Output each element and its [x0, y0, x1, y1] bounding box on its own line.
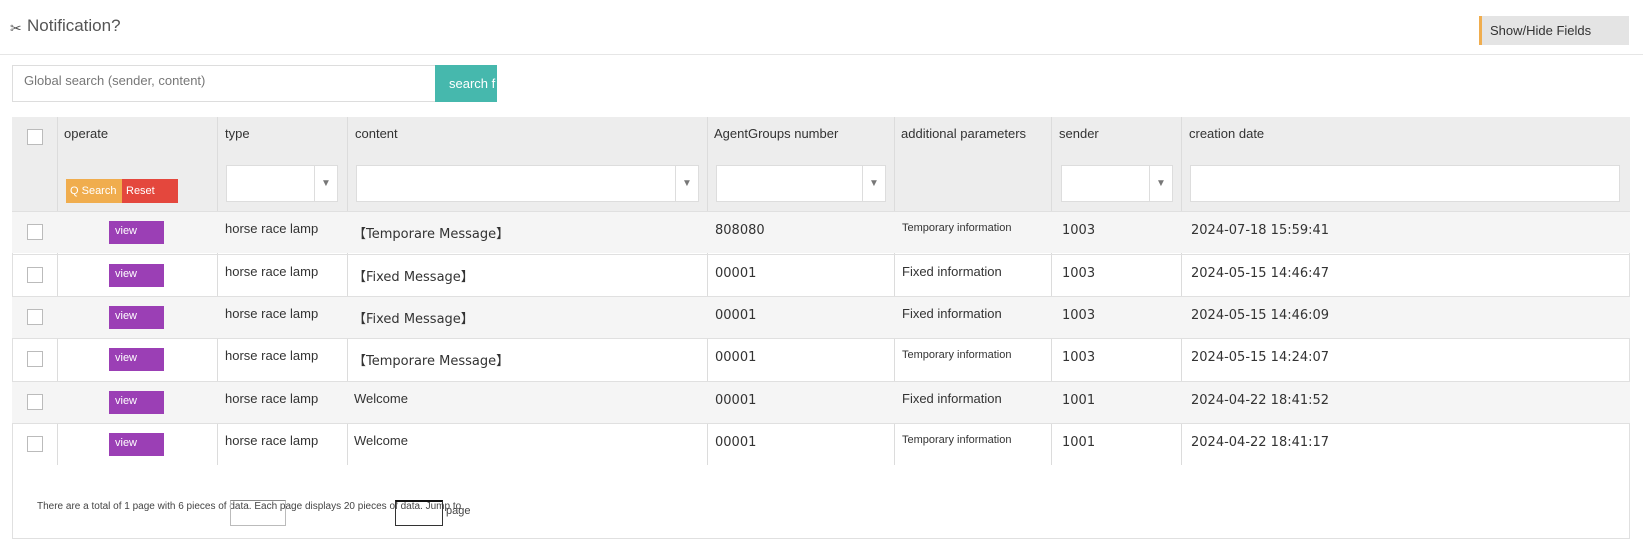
row-checkbox[interactable]	[27, 224, 43, 240]
megaphone-icon: ✂	[10, 20, 22, 36]
chevron-down-icon: ▼	[675, 166, 698, 201]
cell-additional-parameters: Temporary information	[902, 434, 1012, 446]
global-search-input[interactable]: Global search (sender, content)	[12, 65, 436, 102]
row-checkbox[interactable]	[27, 436, 43, 452]
view-button[interactable]: view	[109, 306, 164, 329]
cell-creation-date: 2024-04-22 18:41:17	[1191, 435, 1330, 450]
chevron-down-icon: ▼	[1149, 166, 1172, 201]
row-checkbox[interactable]	[27, 267, 43, 283]
type-filter-select[interactable]: ▼	[226, 165, 338, 202]
column-header-operate: operate	[64, 126, 109, 141]
cell-additional-parameters: Fixed information	[902, 264, 1002, 279]
view-button[interactable]: view	[109, 391, 164, 414]
cell-content: 【Temporare Message】	[353, 354, 510, 369]
filter-reset-button[interactable]: Reset	[122, 179, 178, 203]
view-button[interactable]: view	[109, 221, 164, 244]
view-button[interactable]: view	[109, 264, 164, 287]
view-button[interactable]: view	[109, 348, 164, 371]
page-size-input[interactable]	[395, 500, 443, 526]
cell-agentgroups-number: 00001	[715, 435, 757, 450]
cell-type: horse race lamp	[225, 433, 319, 448]
cell-additional-parameters: Temporary information	[902, 222, 1012, 234]
cell-agentgroups-number: 00001	[715, 393, 757, 408]
cell-agentgroups-number: 808080	[715, 223, 765, 238]
cell-additional-parameters: Fixed information	[902, 306, 1002, 321]
cell-agentgroups-number: 00001	[715, 308, 757, 323]
cell-sender: 1003	[1062, 223, 1096, 238]
cell-additional-parameters: Fixed information	[902, 391, 1002, 406]
cell-sender: 1001	[1062, 393, 1096, 408]
cell-creation-date: 2024-07-18 15:59:41	[1191, 223, 1330, 238]
cell-content: Welcome	[354, 433, 408, 448]
jump-to-page-input[interactable]	[230, 500, 286, 526]
show-hide-fields-button[interactable]: Show/Hide Fields	[1479, 16, 1629, 45]
cell-sender: 1003	[1062, 266, 1096, 281]
cell-type: horse race lamp	[225, 306, 319, 321]
cell-type: horse race lamp	[225, 391, 319, 406]
cell-content: 【Fixed Message】	[353, 312, 474, 327]
chevron-down-icon: ▼	[862, 166, 885, 201]
cell-additional-parameters: Temporary information	[902, 349, 1012, 361]
column-header-additional-parameters: additional parameters	[901, 126, 1027, 141]
cell-agentgroups-number: 00001	[715, 266, 757, 281]
view-button[interactable]: view	[109, 433, 164, 456]
select-all-checkbox[interactable]	[27, 129, 43, 145]
cell-type: horse race lamp	[225, 221, 319, 236]
cell-content: Welcome	[354, 391, 408, 406]
cell-type: horse race lamp	[225, 264, 319, 279]
chevron-down-icon: ▼	[314, 166, 337, 201]
cell-sender: 1003	[1062, 350, 1096, 365]
column-header-type: type	[225, 126, 250, 141]
column-header-sender: sender	[1059, 126, 1099, 141]
page-header	[0, 0, 1643, 55]
row-checkbox[interactable]	[27, 351, 43, 367]
sender-filter-select[interactable]: ▼	[1061, 165, 1173, 202]
cell-sender: 1003	[1062, 308, 1096, 323]
cell-content: 【Temporare Message】	[353, 227, 510, 242]
creation-date-filter-input[interactable]	[1190, 165, 1620, 202]
agentgroups-filter-select[interactable]: ▼	[716, 165, 886, 202]
column-header-content: content	[355, 126, 398, 141]
page-label: page	[446, 505, 471, 517]
row-checkbox[interactable]	[27, 309, 43, 325]
page-title: Notification?	[27, 16, 121, 35]
cell-sender: 1001	[1062, 435, 1096, 450]
column-header-creation-date: creation date	[1189, 126, 1265, 141]
cell-creation-date: 2024-05-15 14:24:07	[1191, 350, 1330, 365]
cell-creation-date: 2024-05-15 14:46:47	[1191, 266, 1330, 281]
cell-content: 【Fixed Message】	[353, 270, 474, 285]
filter-search-button[interactable]: Q Search	[66, 179, 122, 203]
row-checkbox[interactable]	[27, 394, 43, 410]
cell-creation-date: 2024-05-15 14:46:09	[1191, 308, 1330, 323]
column-header-agentgroups: AgentGroups number	[714, 126, 839, 141]
search-button[interactable]: search f	[435, 65, 497, 102]
cell-agentgroups-number: 00001	[715, 350, 757, 365]
content-filter-select[interactable]: ▼	[356, 165, 699, 202]
cell-type: horse race lamp	[225, 348, 319, 363]
cell-creation-date: 2024-04-22 18:41:52	[1191, 393, 1330, 408]
